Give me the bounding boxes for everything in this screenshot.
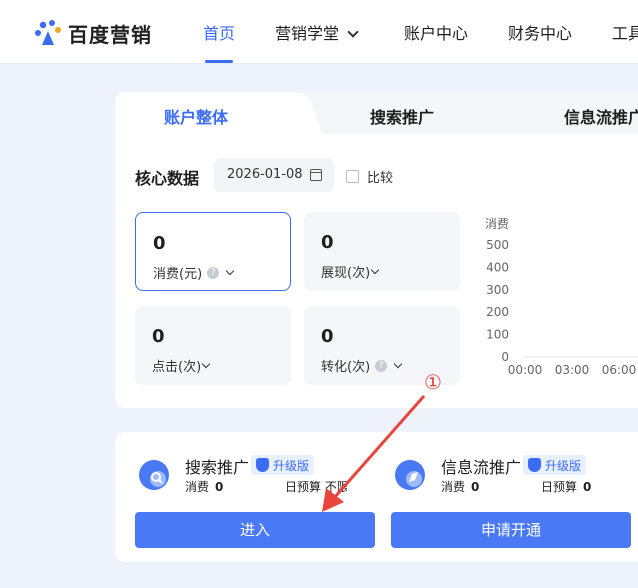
search-promotion-icon <box>139 460 169 490</box>
y-tick-label: 300 <box>486 283 509 297</box>
upgrade-badge: 升级版 <box>251 455 315 475</box>
tab-feed-promotion[interactable]: 信息流推广 <box>564 104 638 128</box>
compare-checkbox[interactable] <box>346 170 359 183</box>
y-tick-label: 500 <box>486 238 509 252</box>
metric-label-text: 点击(次) <box>152 360 202 375</box>
metric-card-impressions[interactable]: 0 展现(次) <box>304 212 460 291</box>
y-tick-label: 400 <box>486 260 509 274</box>
budget-label: 日预算 <box>541 480 578 494</box>
apply-open-button[interactable]: 申请开通 <box>391 512 631 548</box>
help-icon[interactable]: ? <box>207 266 220 279</box>
nav-tools[interactable]: 工具 <box>612 20 638 44</box>
badge-label: 升级版 <box>545 459 582 473</box>
help-icon[interactable]: ? <box>375 359 388 372</box>
products-card: 搜索推广 升级版 消费 0 日预算 不限 信息流推广 升级版 消费 0 日预算 0 进… <box>115 432 638 562</box>
enter-button[interactable]: 进入 <box>135 512 375 548</box>
spend-label: 消费 <box>185 480 210 494</box>
metric-card-clicks[interactable]: 0 点击(次) <box>135 306 291 385</box>
chevron-down-icon[interactable] <box>225 266 235 275</box>
budget-info: 日预算 0 <box>541 478 591 495</box>
budget-info: 日预算 不限 <box>285 478 347 495</box>
badge-label: 升级版 <box>273 459 310 473</box>
nav-finance-center[interactable]: 财务中心 <box>508 20 572 44</box>
metric-label: 点击(次) <box>152 356 211 375</box>
x-tick-label: 00:00 <box>508 363 543 377</box>
metric-card-spend[interactable]: 0 消费(元) ? <box>135 212 291 291</box>
spend-value: 0 <box>471 480 480 494</box>
metric-card-conversions[interactable]: 0 转化(次) ? <box>304 306 460 385</box>
nav-account-center[interactable]: 账户中心 <box>404 20 468 44</box>
chevron-down-icon[interactable] <box>370 265 380 274</box>
brand-name: 百度营销 <box>68 22 152 47</box>
x-tick-label: 03:00 <box>555 363 590 377</box>
y-tick-label: 200 <box>486 305 509 319</box>
tab-search-promotion[interactable]: 搜索推广 <box>370 104 434 128</box>
budget-value: 不限 <box>324 480 347 494</box>
product-name: 搜索推广 <box>185 458 250 477</box>
x-tick-label: 06:00 <box>602 363 637 377</box>
baidu-paw-icon <box>35 20 61 45</box>
metric-label: 消费(元) ? <box>153 263 235 282</box>
nav-marketing-school-label: 营销学堂 <box>275 24 340 43</box>
spend-value: 0 <box>215 480 224 494</box>
overview-tabs: 账户整体 搜索推广 信息流推广 <box>115 92 638 134</box>
top-nav-bar: 百度营销 首页 营销学堂 账户中心 财务中心 工具 <box>0 0 638 64</box>
chevron-down-icon <box>347 26 359 38</box>
metric-label-text: 转化(次) <box>321 360 371 375</box>
chevron-down-icon[interactable] <box>201 359 211 368</box>
logo[interactable]: 百度营销 <box>34 18 152 48</box>
metric-label: 展现(次) <box>321 262 380 281</box>
chevron-down-icon[interactable] <box>393 359 403 368</box>
y-tick-label: 100 <box>486 328 509 342</box>
upgrade-badge: 升级版 <box>523 455 587 475</box>
budget-value: 0 <box>583 480 592 494</box>
compare-label: 比较 <box>367 171 394 186</box>
spend-label: 消费 <box>441 480 466 494</box>
metric-label-text: 展现(次) <box>321 266 371 281</box>
date-value: 2026-01-08 <box>227 167 303 182</box>
feed-promotion-icon <box>395 460 425 490</box>
chart-svg: 消费 500 400 300 200 100 000:00 03:00 06:00 <box>485 217 638 377</box>
product-name: 信息流推广 <box>441 458 522 477</box>
shield-icon <box>256 458 269 472</box>
metric-value: 0 <box>153 233 166 254</box>
metric-value: 0 <box>321 232 334 253</box>
spend-info: 消费 0 <box>185 478 223 495</box>
budget-label: 日预算 <box>285 480 322 494</box>
metric-value: 0 <box>321 326 334 347</box>
date-picker[interactable]: 2026-01-08 <box>214 158 334 192</box>
metric-label-text: 消费(元) <box>153 267 203 282</box>
metric-value: 0 <box>152 326 165 347</box>
spend-info: 消费 0 <box>441 478 479 495</box>
compare-toggle[interactable]: 比较 <box>346 167 393 186</box>
shield-icon <box>528 458 541 472</box>
nav-active-indicator <box>205 60 233 63</box>
chart-ylabel: 消费 <box>485 217 509 231</box>
tab-account-overall[interactable]: 账户整体 <box>164 104 228 128</box>
spend-trend-chart: 消费 500 400 300 200 100 0 00:00 03:00 06:00 <box>465 212 638 382</box>
y-tick-label: 0 <box>501 350 509 364</box>
metric-label: 转化(次) ? <box>321 356 403 375</box>
nav-home[interactable]: 首页 <box>203 20 235 44</box>
nav-marketing-school[interactable]: 营销学堂 <box>275 20 359 44</box>
core-data-title: 核心数据 <box>135 169 200 188</box>
calendar-icon <box>310 169 322 181</box>
